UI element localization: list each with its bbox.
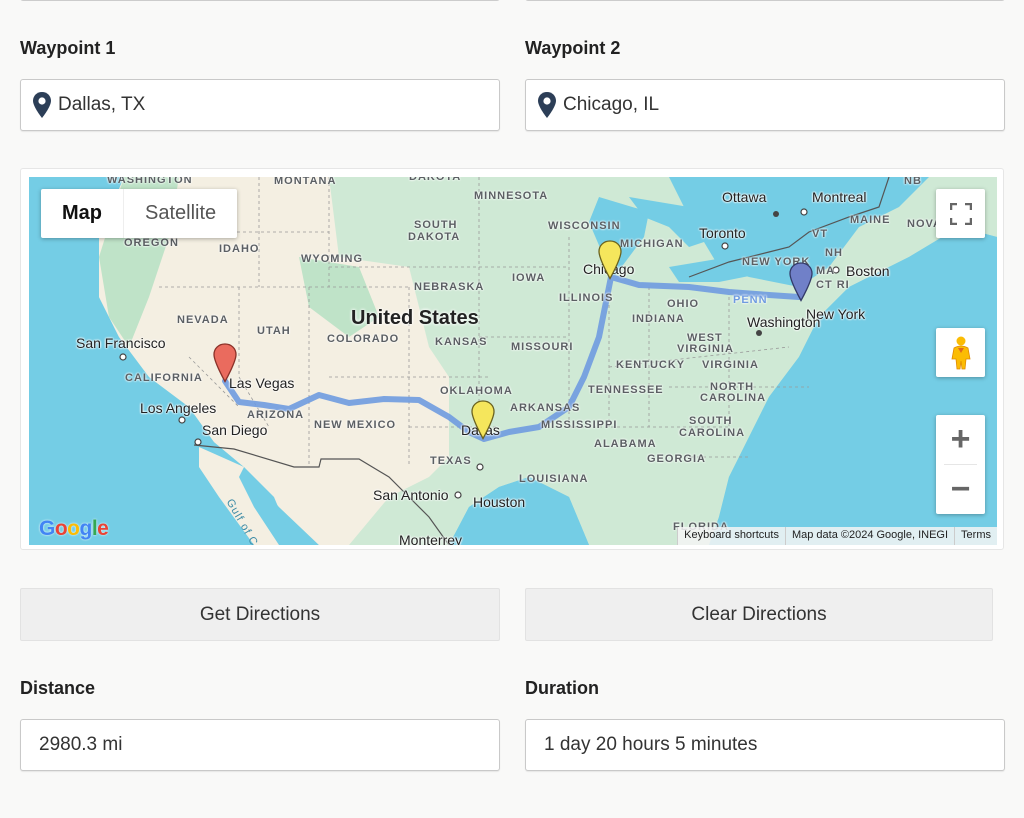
map-label-georgia: GEORGIA bbox=[647, 453, 706, 465]
zoom-control: + − bbox=[936, 415, 985, 514]
fullscreen-button[interactable] bbox=[936, 189, 985, 238]
map-label-country: United States bbox=[351, 307, 479, 329]
waypoint2-label: Waypoint 2 bbox=[525, 38, 621, 58]
map-label-nebraska: NEBRASKA bbox=[414, 281, 485, 293]
city-label-san-diego: San Diego bbox=[202, 422, 268, 438]
map-label-ohio: OHIO bbox=[667, 298, 700, 310]
fullscreen-icon bbox=[949, 202, 972, 225]
map-canvas[interactable]: WASHINGTON MONTANA DAKOTA MINNESOTA OREG… bbox=[29, 177, 997, 545]
map-data-text: Map data ©2024 Google, INEGI bbox=[784, 527, 955, 545]
waypoint2-input[interactable]: Chicago, IL bbox=[525, 79, 1005, 131]
map-label-dakota: DAKOTA bbox=[409, 177, 462, 183]
distance-value: 2980.3 mi bbox=[39, 734, 123, 755]
map-label-penn: PENN bbox=[733, 294, 768, 306]
map-label-washington: WASHINGTON bbox=[107, 177, 193, 186]
city-label-monterrey: Monterrey bbox=[399, 532, 463, 545]
city-label-ottawa: Ottawa bbox=[722, 189, 767, 205]
map-pin-icon bbox=[33, 92, 51, 118]
waypoint2-value: Chicago, IL bbox=[563, 94, 660, 115]
distance-output[interactable]: 2980.3 mi bbox=[20, 719, 500, 771]
map-label-ma: MA bbox=[816, 265, 836, 277]
map-label-kentucky: KENTUCKY bbox=[616, 359, 686, 371]
map-label-louisiana: LOUISIANA bbox=[519, 473, 589, 485]
map-label-mississippi: MISSISSIPPI bbox=[541, 419, 618, 431]
map-label-nb: NB bbox=[904, 177, 922, 187]
map-attribution: Keyboard shortcuts Map data ©2024 Google… bbox=[677, 527, 997, 545]
map-label-texas: TEXAS bbox=[430, 455, 472, 467]
street-view-pegman-icon bbox=[951, 336, 970, 369]
destination-field-partial[interactable] bbox=[525, 0, 1005, 1]
terms-link[interactable]: Terms bbox=[954, 527, 997, 545]
map-label-montana: MONTANA bbox=[274, 177, 337, 187]
city-label-san-francisco: San Francisco bbox=[76, 335, 166, 351]
map-label-indiana: INDIANA bbox=[632, 313, 685, 325]
map-label-wisconsin: WISCONSIN bbox=[548, 220, 621, 232]
map-type-satellite-button[interactable]: Satellite bbox=[123, 189, 237, 238]
map-label-carolina-s: CAROLINA bbox=[679, 427, 746, 439]
map-label-nevada: NEVADA bbox=[177, 314, 229, 326]
map-label-nh: NH bbox=[825, 247, 843, 259]
duration-label: Duration bbox=[525, 678, 599, 698]
google-logo[interactable]: Google bbox=[39, 517, 109, 541]
map-label-alabama: ALABAMA bbox=[594, 438, 657, 450]
city-label-boston: Boston bbox=[846, 263, 890, 279]
distance-label: Distance bbox=[20, 678, 96, 698]
city-label-houston: Houston bbox=[473, 494, 526, 510]
map-label-utah: UTAH bbox=[257, 325, 291, 337]
route-marker-chicago[interactable] bbox=[597, 240, 623, 280]
duration-output[interactable]: 1 day 20 hours 5 minutes bbox=[525, 719, 1005, 771]
map-pin-icon bbox=[538, 92, 556, 118]
map-type-map-button[interactable]: Map bbox=[41, 189, 123, 238]
map-label-carolina-n: CAROLINA bbox=[700, 392, 767, 404]
map-container: WASHINGTON MONTANA DAKOTA MINNESOTA OREG… bbox=[20, 168, 1004, 550]
map-label-kansas: KANSAS bbox=[435, 336, 488, 348]
map-label-south-2: SOUTH bbox=[689, 415, 733, 427]
city-label-san-antonio: San Antonio bbox=[373, 487, 449, 503]
map-label-colorado: COLORADO bbox=[327, 333, 400, 345]
map-label-minnesota: MINNESOTA bbox=[474, 190, 549, 202]
origin-field-partial[interactable] bbox=[20, 0, 500, 1]
map-label-wyoming: WYOMING bbox=[301, 253, 363, 265]
waypoint1-value: Dallas, TX bbox=[58, 94, 146, 115]
map-label-virginia: VIRGINIA bbox=[702, 359, 759, 371]
map-label-iowa: IOWA bbox=[512, 272, 546, 284]
clear-directions-button[interactable]: Clear Directions bbox=[525, 588, 993, 641]
street-view-button[interactable] bbox=[936, 328, 985, 377]
city-label-los-angeles: Los Angeles bbox=[140, 400, 217, 416]
map-label-ct-ri: CT RI bbox=[816, 279, 850, 291]
map-label-virginia-w: VIRGINIA bbox=[677, 343, 734, 355]
map-type-control: Map Satellite bbox=[41, 189, 238, 238]
map-label-south: SOUTH bbox=[414, 219, 458, 231]
map-label-idaho: IDAHO bbox=[219, 243, 260, 255]
city-label-toronto: Toronto bbox=[699, 225, 746, 241]
waypoint1-label: Waypoint 1 bbox=[20, 38, 116, 58]
map-label-new-mexico: NEW MEXICO bbox=[314, 419, 397, 431]
route-marker-las-vegas[interactable] bbox=[212, 343, 238, 383]
duration-value: 1 day 20 hours 5 minutes bbox=[544, 734, 758, 755]
map-label-oklahoma: OKLAHOMA bbox=[440, 385, 513, 397]
zoom-out-button[interactable]: − bbox=[936, 465, 985, 514]
city-label-las-vegas: Las Vegas bbox=[229, 375, 295, 391]
map-label-maine: MAINE bbox=[850, 214, 891, 226]
map-label-missouri: MISSOURI bbox=[511, 341, 574, 353]
map-label-oregon: OREGON bbox=[124, 237, 179, 249]
get-directions-button[interactable]: Get Directions bbox=[20, 588, 500, 641]
map-label-dakota-2: DAKOTA bbox=[408, 231, 461, 243]
map-label-arizona: ARIZONA bbox=[247, 409, 305, 421]
city-label-montreal: Montreal bbox=[812, 189, 867, 205]
map-label-michigan: MICHIGAN bbox=[620, 238, 684, 250]
map-label-illinois: ILLINOIS bbox=[559, 292, 614, 304]
map-label-arkansas: ARKANSAS bbox=[510, 402, 581, 414]
route-marker-new-york[interactable] bbox=[788, 262, 814, 302]
route-marker-dallas[interactable] bbox=[470, 400, 496, 440]
waypoint1-input[interactable]: Dallas, TX bbox=[20, 79, 500, 131]
map-label-vt: VT bbox=[812, 228, 829, 240]
map-label-tennessee: TENNESSEE bbox=[588, 384, 664, 396]
city-label-washington: Washington bbox=[747, 314, 821, 330]
map-label-california: CALIFORNIA bbox=[125, 372, 203, 384]
zoom-in-button[interactable]: + bbox=[936, 415, 985, 464]
keyboard-shortcuts-link[interactable]: Keyboard shortcuts bbox=[677, 527, 785, 545]
